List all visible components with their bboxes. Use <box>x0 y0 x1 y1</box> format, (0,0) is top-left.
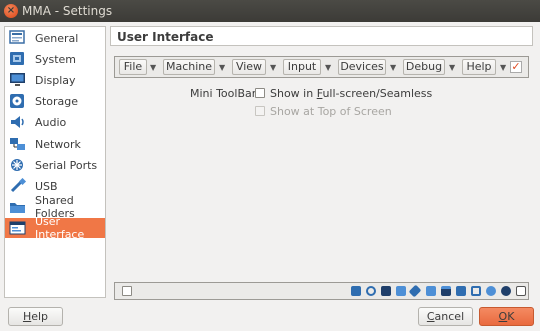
sidebar-item-display[interactable]: Display <box>5 70 105 90</box>
sidebar-item-label: Display <box>35 73 76 87</box>
dropdown-arrow-icon[interactable]: ▼ <box>150 63 156 72</box>
menu-help-button[interactable]: Help <box>462 59 496 75</box>
menu-view-button[interactable]: View <box>232 59 266 75</box>
settings-sidebar: General System Display Storage Audio Net… <box>4 26 106 298</box>
optical-disk-icon[interactable] <box>366 286 376 296</box>
sidebar-item-label: Serial Ports <box>35 158 98 172</box>
sidebar-item-serial-ports[interactable]: Serial Ports <box>5 155 105 175</box>
serial-ports-icon <box>9 157 27 173</box>
video-capture-icon[interactable] <box>456 286 466 296</box>
cancel-button[interactable]: Cancel <box>418 307 473 326</box>
sidebar-item-label: USB <box>35 179 58 193</box>
menu-devices-button[interactable]: Devices <box>338 59 386 75</box>
display-status-icon[interactable] <box>441 286 451 296</box>
sidebar-item-label: Network <box>35 137 81 151</box>
dropdown-arrow-icon[interactable]: ▼ <box>390 63 396 72</box>
network-icon <box>9 136 27 152</box>
sidebar-item-audio[interactable]: Audio <box>5 112 105 132</box>
dropdown-arrow-icon[interactable]: ▼ <box>449 63 455 72</box>
menu-debug-button[interactable]: Debug <box>403 59 445 75</box>
storage-icon <box>9 93 27 109</box>
menu-input-button[interactable]: Input <box>283 59 321 75</box>
keyboard-capture-icon[interactable] <box>501 286 511 296</box>
system-icon <box>9 51 27 67</box>
menu-machine-button[interactable]: Machine <box>163 59 215 75</box>
dropdown-arrow-icon[interactable]: ▼ <box>325 63 331 72</box>
settings-window: × MMA - Settings General System Display <box>0 0 540 331</box>
display-icon <box>9 72 27 88</box>
usb-icon <box>9 177 27 194</box>
mouse-integration-icon[interactable] <box>486 286 496 296</box>
menubar-editor: File ▼ Machine ▼ View ▼ Input ▼ Devices … <box>114 56 529 78</box>
statusbar-editor <box>114 282 529 300</box>
sidebar-item-label: Storage <box>35 94 79 108</box>
sidebar-item-label: General <box>35 31 79 45</box>
floppy-icon[interactable] <box>381 286 391 296</box>
features-icon[interactable] <box>471 286 481 296</box>
dropdown-arrow-icon[interactable] <box>516 286 526 296</box>
sidebar-item-network[interactable]: Network <box>5 134 105 154</box>
sidebar-item-storage[interactable]: Storage <box>5 91 105 111</box>
show-top-label: Show at Top of Screen <box>270 105 392 118</box>
page-title: User Interface <box>110 26 533 46</box>
network-status-icon[interactable] <box>396 286 406 296</box>
user-interface-icon <box>9 220 27 236</box>
sidebar-item-system[interactable]: System <box>5 49 105 69</box>
dropdown-arrow-icon[interactable]: ▼ <box>219 63 225 72</box>
menu-file-button[interactable]: File <box>119 59 147 75</box>
help-button[interactable]: Help <box>8 307 63 326</box>
sidebar-item-label: System <box>35 52 77 66</box>
mini-toolbar-label: Mini ToolBar: <box>190 87 260 100</box>
close-icon: × <box>6 5 16 16</box>
window-title: MMA - Settings <box>22 4 113 18</box>
menubar-enabled-checkbox[interactable]: ✓ <box>510 61 522 73</box>
show-fullscreen-checkbox[interactable] <box>255 88 265 98</box>
audio-icon <box>9 114 27 130</box>
shared-folders-icon <box>9 199 27 215</box>
title-bar: × MMA - Settings <box>0 0 540 22</box>
show-fullscreen-label[interactable]: Show in Full-screen/Seamless <box>270 87 432 100</box>
sidebar-item-shared-folders[interactable]: Shared Folders <box>5 194 105 220</box>
sidebar-item-usb[interactable]: USB <box>5 176 105 196</box>
statusbar-enabled-checkbox[interactable] <box>122 286 132 296</box>
general-icon <box>9 30 27 46</box>
usb-status-icon[interactable] <box>408 284 422 298</box>
sidebar-item-label: Audio <box>35 115 67 129</box>
dropdown-arrow-icon[interactable]: ▼ <box>500 63 506 72</box>
dropdown-arrow-icon[interactable]: ▼ <box>270 63 276 72</box>
sidebar-item-general[interactable]: General <box>5 28 105 48</box>
close-button[interactable]: × <box>4 4 18 18</box>
sidebar-item-label: User Interface <box>35 215 85 241</box>
shared-folders-status-icon[interactable] <box>426 286 436 296</box>
show-top-checkbox[interactable] <box>255 106 265 116</box>
ok-button[interactable]: OK <box>479 307 534 326</box>
sidebar-item-user-interface[interactable]: User Interface <box>5 215 105 241</box>
hard-disk-icon[interactable] <box>351 286 361 296</box>
